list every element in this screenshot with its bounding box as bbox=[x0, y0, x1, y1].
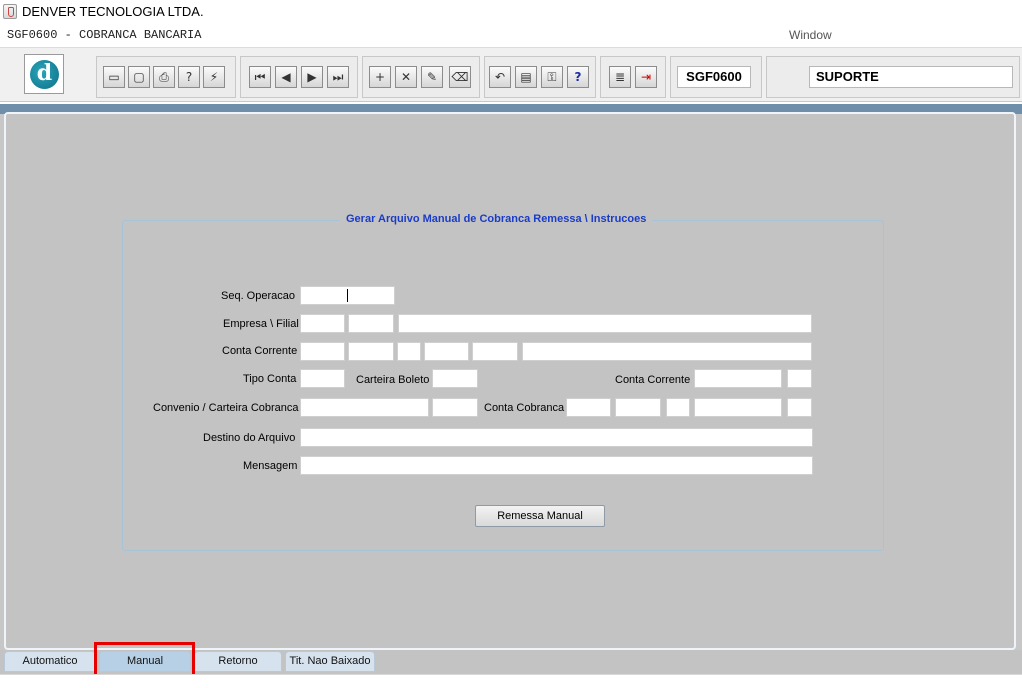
conta-corrente-input-2[interactable] bbox=[348, 342, 394, 361]
mensagem-input[interactable] bbox=[300, 456, 813, 475]
destino-arquivo-input[interactable] bbox=[300, 428, 813, 447]
list-values-icon[interactable]: ▤ bbox=[515, 66, 537, 88]
filial-input[interactable] bbox=[348, 314, 394, 333]
title-bar: DENVER TECNOLOGIA LTDA. bbox=[0, 0, 1022, 23]
help-query-icon[interactable]: ? bbox=[178, 66, 200, 88]
toolbar-group-form-code: SGF0600 bbox=[670, 56, 762, 98]
conta-cobranca-input-2[interactable] bbox=[615, 398, 661, 417]
tab-retorno[interactable]: Retorno bbox=[194, 651, 282, 672]
label-conta-cobranca: Conta Cobranca bbox=[484, 402, 565, 414]
carteira-cobranca-input[interactable] bbox=[432, 398, 478, 417]
label-seq-operacao: Seq. Operacao bbox=[221, 290, 295, 302]
conta-corrente-input-1[interactable] bbox=[300, 342, 345, 361]
toolbar-group-records: + ✕ ✎ ⌫ bbox=[362, 56, 480, 98]
carteira-boleto-input[interactable] bbox=[432, 369, 478, 388]
execute-query-icon[interactable]: ⚡ bbox=[203, 66, 225, 88]
conta-cobranca-input-4[interactable] bbox=[694, 398, 782, 417]
key-icon[interactable]: ⚿ bbox=[541, 66, 563, 88]
form-title: SGF0600 - COBRANCA BANCARIA bbox=[7, 28, 202, 42]
conta-corrente-input-5[interactable] bbox=[472, 342, 518, 361]
menu-icon[interactable]: ≣ bbox=[609, 66, 631, 88]
exit-icon[interactable]: ⇥ bbox=[635, 66, 657, 88]
conta-cobranca-digit-input[interactable] bbox=[787, 398, 812, 417]
clear-record-icon[interactable]: ⌫ bbox=[449, 66, 471, 88]
label-tipo-conta: Tipo Conta bbox=[243, 373, 297, 385]
toolbar: d ▭ ▢ ⎙ ? ⚡ ⏮ ◀ ▶ ⏭ + ✕ ✎ ⌫ ↶ ▤ ⚿ ? ≣ ⇥ … bbox=[0, 47, 1022, 102]
conta-corrente-input-3[interactable] bbox=[397, 342, 421, 361]
conta-corrente-2-input[interactable] bbox=[694, 369, 782, 388]
app-title: DENVER TECNOLOGIA LTDA. bbox=[22, 4, 204, 19]
label-conta-corrente: Conta Corrente bbox=[222, 345, 298, 357]
label-mensagem: Mensagem bbox=[243, 460, 298, 472]
first-record-icon[interactable]: ⏮ bbox=[249, 66, 271, 88]
logo-d-icon: d bbox=[30, 60, 59, 89]
delete-record-icon[interactable]: ✕ bbox=[395, 66, 417, 88]
label-carteira-boleto: Carteira Boleto bbox=[356, 374, 430, 386]
form-code-box: SGF0600 bbox=[677, 66, 751, 88]
label-conta-corrente-2: Conta Corrente bbox=[615, 374, 691, 386]
empresa-filial-desc-input[interactable] bbox=[398, 314, 812, 333]
status-bar bbox=[0, 674, 1022, 688]
tab-tit-nao-baixado[interactable]: Tit. Nao Baixado bbox=[285, 651, 375, 672]
save-icon[interactable]: ▭ bbox=[103, 66, 125, 88]
help-icon[interactable]: ? bbox=[567, 66, 589, 88]
toolbar-group-edit: ↶ ▤ ⚿ ? bbox=[484, 56, 596, 98]
company-logo: d bbox=[24, 54, 64, 94]
conta-corrente-input-4[interactable] bbox=[424, 342, 469, 361]
toolbar-group-menu: ≣ ⇥ bbox=[600, 56, 666, 98]
conta-cobranca-input-3[interactable] bbox=[666, 398, 690, 417]
previous-record-icon[interactable]: ◀ bbox=[275, 66, 297, 88]
tipo-conta-input[interactable] bbox=[300, 369, 345, 388]
label-empresa-filial: Empresa \ Filial bbox=[223, 318, 299, 330]
insert-record-icon[interactable]: + bbox=[369, 66, 391, 88]
convenio-input[interactable] bbox=[300, 398, 429, 417]
tab-automatico[interactable]: Automatico bbox=[4, 651, 96, 672]
conta-corrente-desc-input[interactable] bbox=[522, 342, 812, 361]
undo-icon[interactable]: ↶ bbox=[489, 66, 511, 88]
next-record-icon[interactable]: ▶ bbox=[301, 66, 323, 88]
conta-cobranca-input-1[interactable] bbox=[566, 398, 611, 417]
label-destino: Destino do Arquivo bbox=[203, 432, 296, 444]
user-box: SUPORTE bbox=[809, 66, 1013, 88]
seq-operacao-input[interactable] bbox=[300, 286, 395, 305]
label-convenio: Convenio / Carteira Cobranca bbox=[153, 402, 299, 414]
empresa-input[interactable] bbox=[300, 314, 345, 333]
java-app-icon bbox=[3, 4, 17, 19]
window-menu[interactable]: Window bbox=[789, 28, 832, 42]
toolbar-group-navigation: ⏮ ◀ ▶ ⏭ bbox=[240, 56, 358, 98]
frame-title: Gerar Arquivo Manual de Cobranca Remessa… bbox=[340, 213, 653, 225]
last-record-icon[interactable]: ⏭ bbox=[327, 66, 349, 88]
edit-record-icon[interactable]: ✎ bbox=[421, 66, 443, 88]
menu-bar: SGF0600 - COBRANCA BANCARIA Window bbox=[0, 23, 1022, 47]
conta-corrente-2-digit-input[interactable] bbox=[787, 369, 812, 388]
toolbar-group-file: ▭ ▢ ⎙ ? ⚡ bbox=[96, 56, 236, 98]
print-icon[interactable]: ⎙ bbox=[153, 66, 175, 88]
toolbar-group-user: SUPORTE bbox=[766, 56, 1020, 98]
text-cursor bbox=[347, 289, 348, 302]
print-preview-icon[interactable]: ▢ bbox=[128, 66, 150, 88]
remessa-manual-button[interactable]: Remessa Manual bbox=[475, 505, 605, 527]
